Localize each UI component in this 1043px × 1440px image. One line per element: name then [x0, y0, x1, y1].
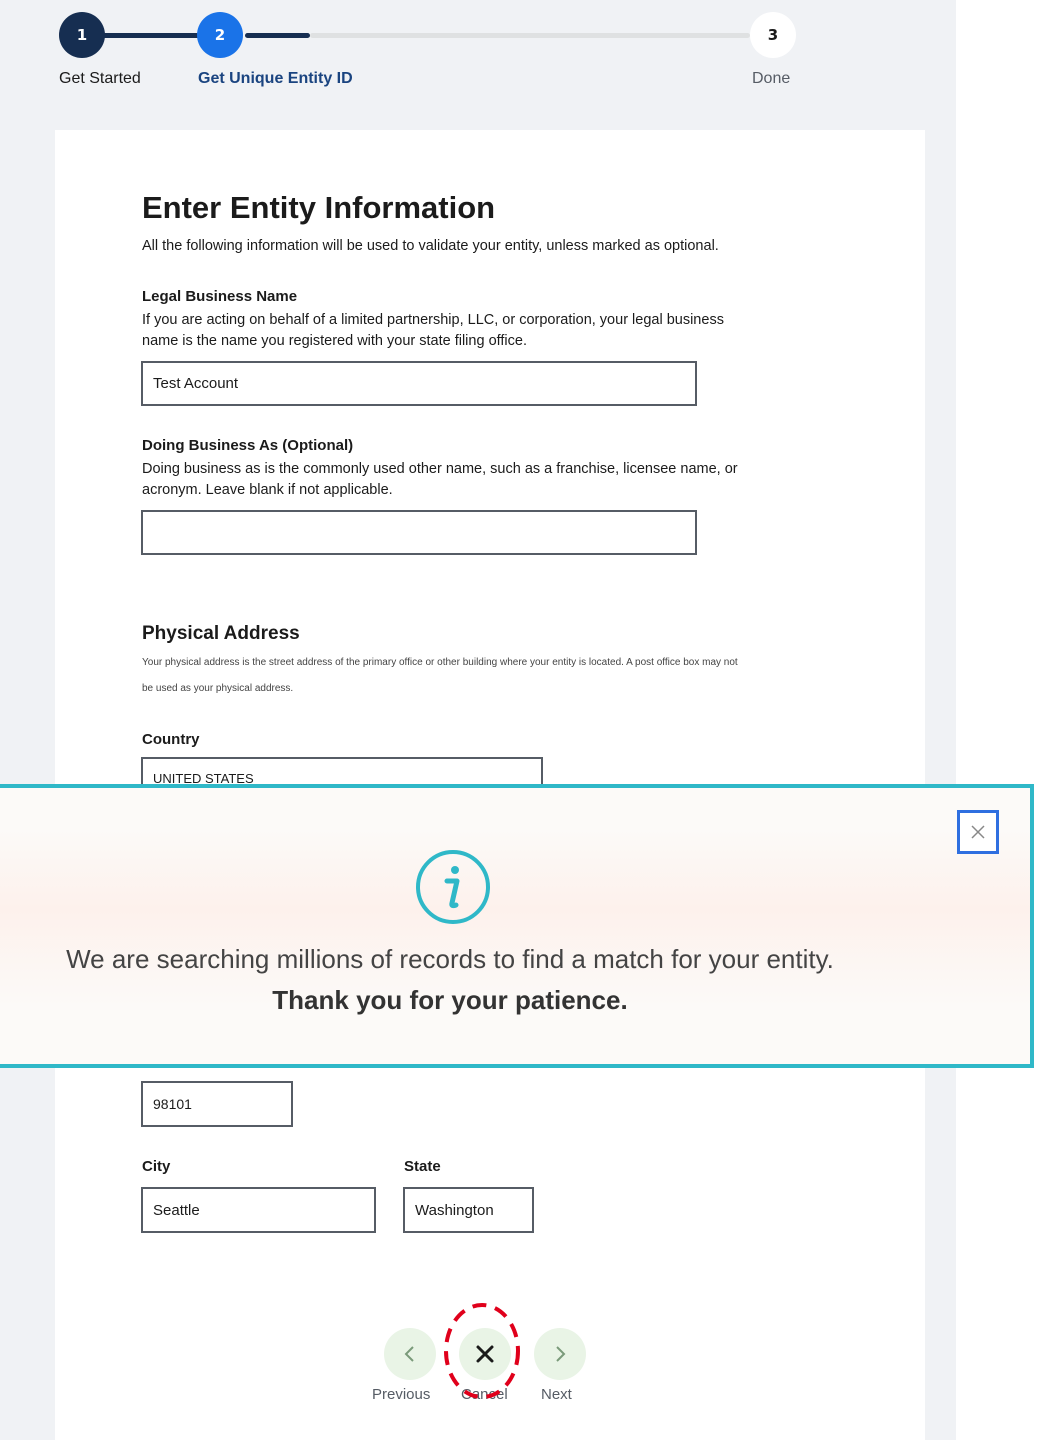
step-3-label: Done: [752, 70, 791, 87]
progress-stepper: 1 2 3 Get Started Get Unique Entity ID D…: [0, 0, 956, 110]
step-3-circle: 3: [750, 12, 796, 58]
physical-address-heading: Physical Address: [142, 623, 300, 644]
banner-glow: [0, 828, 1030, 1008]
city-input[interactable]: [141, 1187, 376, 1233]
info-icon: [416, 850, 490, 924]
step-2-circle: 2: [197, 12, 243, 58]
previous-label: Previous: [372, 1386, 431, 1403]
step-2-label: Get Unique Entity ID: [198, 70, 353, 87]
physical-address-hint: Your physical address is the street addr…: [142, 657, 738, 694]
chevron-left-icon: [404, 1346, 414, 1362]
step-connector-remaining: [310, 33, 750, 38]
country-label: Country: [142, 731, 200, 748]
banner-thanks: Thank you for your patience.: [272, 985, 628, 1015]
step-connector-progress: [245, 33, 310, 38]
close-icon: [971, 825, 985, 839]
previous-button[interactable]: [384, 1328, 436, 1380]
step-1-circle: 1: [59, 12, 105, 58]
highlight-circle: [444, 1303, 520, 1399]
step-connector-complete: [100, 33, 210, 38]
dba-hint: Doing business as is the commonly used o…: [142, 461, 738, 498]
dba-input[interactable]: [141, 510, 697, 555]
chevron-right-icon: [556, 1346, 566, 1362]
banner-message: We are searching millions of records to …: [66, 944, 834, 974]
city-label: City: [142, 1158, 171, 1175]
next-label: Next: [541, 1386, 572, 1403]
legal-business-name-label: Legal Business Name: [142, 288, 298, 305]
state-label: State: [404, 1158, 441, 1175]
zip-code-input[interactable]: [141, 1081, 293, 1127]
state-input[interactable]: [403, 1187, 534, 1233]
step-1-label[interactable]: Get Started: [59, 70, 141, 88]
dba-label: Doing Business As (Optional): [142, 437, 354, 454]
legal-business-name-input[interactable]: [141, 361, 697, 406]
legal-business-name-hint: If you are acting on behalf of a limited…: [142, 312, 724, 349]
search-info-banner: [0, 784, 1034, 1068]
page-title: Enter Entity Information: [142, 190, 496, 225]
banner-close-button[interactable]: [957, 810, 999, 854]
next-button[interactable]: [534, 1328, 586, 1380]
form-lead-text: All the following information will be us…: [142, 238, 719, 254]
